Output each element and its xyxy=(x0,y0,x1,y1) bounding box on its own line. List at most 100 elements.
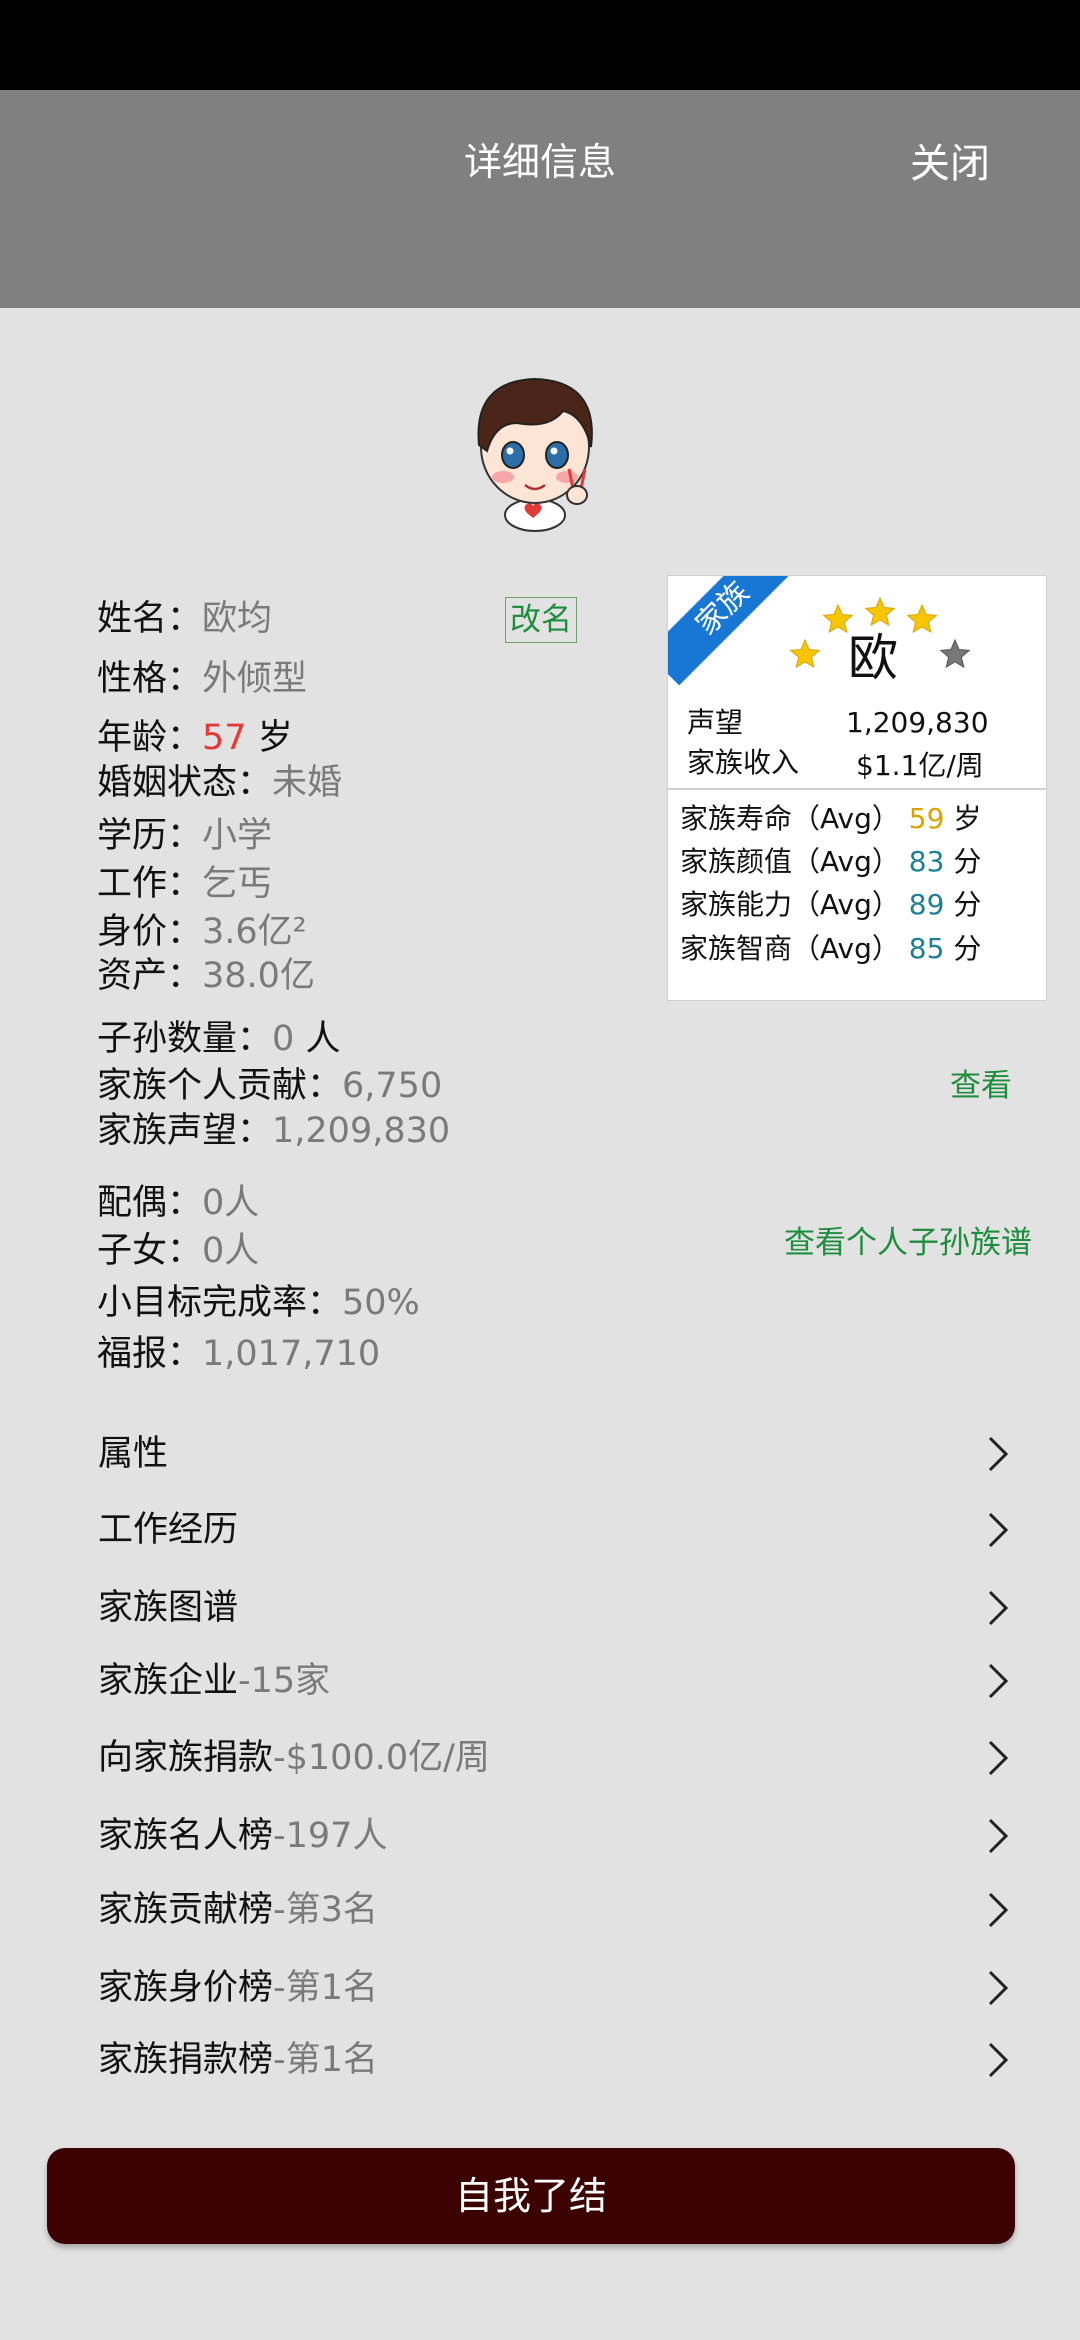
age-row: 年龄：57 岁 xyxy=(97,717,293,759)
self-end-button[interactable]: 自我了结 xyxy=(47,2148,1015,2244)
header-bar xyxy=(0,90,1080,308)
children-label: 子女： xyxy=(97,1231,203,1271)
family-iq-row: 家族智商（Avg） 85 分 xyxy=(680,932,981,966)
marital-row: 婚姻状态：未婚 xyxy=(97,762,342,804)
spouse-label: 配偶： xyxy=(97,1183,203,1223)
age-unit: 岁 xyxy=(257,718,293,758)
prestige-value: 1,209,830 xyxy=(272,1111,451,1151)
family-ability-value: 89 xyxy=(908,888,945,921)
star-empty-icon xyxy=(939,638,971,669)
fortune-value: 1,017,710 xyxy=(202,1334,381,1374)
family-lifespan-label: 家族寿命（Avg） xyxy=(680,802,900,835)
age-label: 年龄： xyxy=(97,718,203,758)
chevron-right-icon xyxy=(988,1740,1009,1776)
menu-item[interactable]: 家族名人榜-197人 xyxy=(0,1806,1080,1866)
menu-item[interactable]: 家族图谱 xyxy=(0,1578,1080,1638)
family-ability-row: 家族能力（Avg） 89 分 xyxy=(680,888,981,922)
rename-button[interactable]: 改名 xyxy=(505,597,577,643)
fortune-row: 福报：1,017,710 xyxy=(97,1333,380,1375)
view-contribution-link[interactable]: 查看 xyxy=(950,1068,1012,1105)
star-filled-icon xyxy=(789,638,821,669)
personality-row: 性格：外倾型 xyxy=(97,658,307,700)
contribution-label: 家族个人贡献： xyxy=(97,1066,343,1106)
marital-value: 未婚 xyxy=(272,763,343,803)
family-income-label: 家族收入 xyxy=(687,746,800,779)
menu-item-text: 家族捐款榜-第1名 xyxy=(98,2030,378,2090)
family-lifespan-unit: 岁 xyxy=(953,802,982,835)
descendants-unit: 人 xyxy=(305,1019,341,1059)
chevron-right-icon xyxy=(988,1818,1009,1854)
chevron-right-icon xyxy=(988,1663,1009,1699)
close-button[interactable]: 关闭 xyxy=(910,140,990,188)
job-row: 工作：乞丐 xyxy=(97,863,272,905)
family-surname: 欧 xyxy=(848,629,898,687)
star-filled-icon xyxy=(864,596,896,627)
menu-item-suffix: -第1名 xyxy=(273,2040,378,2080)
card-divider xyxy=(668,788,1046,790)
menu-item-label: 家族贡献榜 xyxy=(98,1890,274,1930)
menu-item-text: 工作经历 xyxy=(98,1500,238,1560)
menu-item-suffix: -15家 xyxy=(238,1661,331,1701)
goal-label: 小目标完成率： xyxy=(97,1283,343,1323)
chevron-right-icon xyxy=(988,1590,1009,1626)
menu-item[interactable]: 属性 xyxy=(0,1424,1080,1484)
family-looks-label: 家族颜值（Avg） xyxy=(680,845,900,878)
assets-value: 38.0亿 xyxy=(202,956,315,996)
menu-item[interactable]: 家族捐款榜-第1名 xyxy=(0,2030,1080,2090)
family-income-value: $1.1亿/周 xyxy=(856,749,984,782)
menu-item-text: 家族贡献榜-第3名 xyxy=(98,1880,378,1940)
star-filled-icon xyxy=(906,603,938,634)
family-looks-row: 家族颜值（Avg） 83 分 xyxy=(680,845,981,879)
descendants-label: 子孙数量： xyxy=(97,1019,273,1059)
name-label: 姓名： xyxy=(97,599,203,639)
menu-item-label: 家族身价榜 xyxy=(98,1968,274,2008)
chevron-right-icon xyxy=(988,2042,1009,2078)
menu-item-label: 工作经历 xyxy=(98,1510,239,1550)
menu-item-suffix: -$100.0亿/周 xyxy=(273,1738,490,1778)
menu-item-text: 家族名人榜-197人 xyxy=(98,1806,387,1866)
prestige-label: 家族声望： xyxy=(97,1111,273,1151)
family-prestige-value: 1,209,830 xyxy=(846,706,989,739)
menu-item[interactable]: 工作经历 xyxy=(0,1500,1080,1560)
menu-item[interactable]: 家族贡献榜-第3名 xyxy=(0,1880,1080,1940)
goal-row: 小目标完成率：50% xyxy=(97,1282,420,1324)
menu-item[interactable]: 家族企业-15家 xyxy=(0,1651,1080,1711)
menu-item-text: 家族企业-15家 xyxy=(98,1651,330,1711)
menu-item-suffix: -197人 xyxy=(273,1816,388,1856)
descendants-value: 0 xyxy=(272,1019,295,1059)
family-iq-value: 85 xyxy=(908,932,945,965)
family-iq-label: 家族智商（Avg） xyxy=(680,932,900,965)
chevron-right-icon xyxy=(988,1970,1009,2006)
menu-item[interactable]: 向家族捐款-$100.0亿/周 xyxy=(0,1728,1080,1788)
education-value: 小学 xyxy=(202,816,273,856)
menu-item-suffix: -第3名 xyxy=(273,1890,378,1930)
marital-label: 婚姻状态： xyxy=(97,763,273,803)
education-label: 学历： xyxy=(97,816,203,856)
menu-item-text: 向家族捐款-$100.0亿/周 xyxy=(98,1728,490,1788)
avatar xyxy=(477,377,593,532)
contribution-value: 6,750 xyxy=(342,1066,443,1106)
prestige-row: 家族声望：1,209,830 xyxy=(97,1110,450,1152)
age-value: 57 xyxy=(202,718,247,758)
menu-item-label: 家族名人榜 xyxy=(98,1816,274,1856)
family-ability-label: 家族能力（Avg） xyxy=(680,888,900,921)
job-label: 工作： xyxy=(97,864,203,904)
assets-row: 资产：38.0亿 xyxy=(97,955,315,997)
menu-item-label: 向家族捐款 xyxy=(98,1738,274,1778)
goal-value: 50% xyxy=(342,1283,420,1323)
family-tree-link[interactable]: 查看个人子孙族谱 xyxy=(784,1225,1032,1262)
menu-item-label: 属性 xyxy=(98,1434,169,1474)
children-value: 0人 xyxy=(202,1231,260,1271)
family-ability-unit: 分 xyxy=(953,888,982,921)
family-lifespan-row: 家族寿命（Avg） 59 岁 xyxy=(680,802,981,836)
menu-item-label: 家族图谱 xyxy=(98,1588,239,1628)
menu-item[interactable]: 家族身价榜-第1名 xyxy=(0,1958,1080,2018)
assets-label: 资产： xyxy=(97,956,203,996)
name-value: 欧均 xyxy=(202,599,273,639)
family-iq-unit: 分 xyxy=(953,932,982,965)
chevron-right-icon xyxy=(988,1512,1009,1548)
worth-row: 身价：3.6亿² xyxy=(97,911,307,953)
spouse-row: 配偶：0人 xyxy=(97,1182,259,1224)
children-row: 子女：0人 xyxy=(97,1230,259,1272)
worth-label: 身价： xyxy=(97,912,203,952)
